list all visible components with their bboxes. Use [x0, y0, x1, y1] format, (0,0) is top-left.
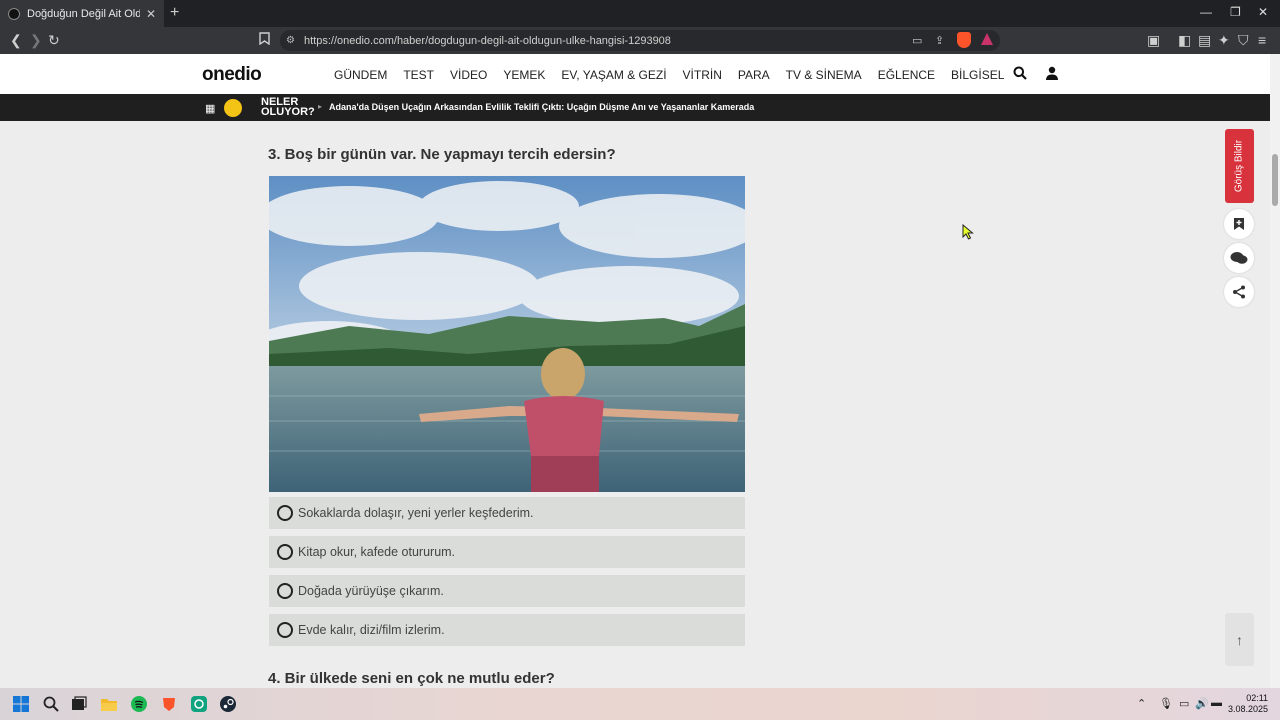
- grid-icon[interactable]: ▦: [205, 102, 215, 115]
- answer-text: Evde kalır, dizi/film izlerim.: [298, 623, 445, 637]
- page-scrollbar[interactable]: [1270, 54, 1280, 688]
- main-nav: GÜNDEM TEST VİDEO YEMEK EV, YAŞAM & GEZİ…: [334, 68, 1020, 82]
- nav-bilgisel[interactable]: BİLGİSEL: [951, 68, 1004, 82]
- brave-browser-icon[interactable]: [161, 696, 177, 712]
- file-explorer-icon[interactable]: [101, 696, 117, 712]
- sidebar-icon[interactable]: ◧: [1178, 32, 1191, 48]
- close-tab-icon[interactable]: ✕: [146, 7, 156, 21]
- nav-test[interactable]: TEST: [403, 68, 434, 82]
- answer-text: Kitap okur, kafede otururum.: [298, 545, 456, 559]
- nav-para[interactable]: PARA: [738, 68, 770, 82]
- share-button[interactable]: [1224, 277, 1254, 307]
- answer-text: Doğada yürüyüşe çıkarım.: [298, 584, 444, 598]
- ticker-headline[interactable]: Adana'da Düşen Uçağın Arkasından Evlilik…: [329, 102, 754, 112]
- mouse-cursor-icon: [962, 223, 974, 245]
- site-logo[interactable]: onedio: [202, 64, 262, 86]
- wallet-icon[interactable]: ▤: [1198, 32, 1211, 48]
- os-taskbar: ⌃ 🎙 ▭ 🔊 ▬ 02:11 3.08.2025: [0, 688, 1280, 720]
- save-bookmark-button[interactable]: [1224, 209, 1254, 239]
- tab-title: Doğduğun Değil Ait Olduğun Ül: [27, 7, 140, 20]
- question-3-image: [269, 176, 745, 492]
- search-icon[interactable]: [1013, 66, 1027, 80]
- answer-option-2[interactable]: Kitap okur, kafede otururum.: [269, 536, 745, 568]
- comments-icon: [1230, 252, 1248, 264]
- nav-yemek[interactable]: YEMEK: [503, 68, 545, 82]
- task-view-icon[interactable]: [71, 696, 87, 712]
- scroll-to-top-button[interactable]: ↑: [1225, 613, 1254, 666]
- question-3-title: 3. Boş bir günün var. Ne yapmayı tercih …: [268, 146, 616, 163]
- browser-toolbar: ❮ ❯ ↻ ⚙ https://onedio.com/haber/dogdugu…: [0, 27, 1280, 54]
- battery-icon[interactable]: ▬: [1211, 697, 1222, 709]
- radio-button[interactable]: [277, 622, 293, 638]
- arrow-up-icon: ↑: [1236, 631, 1243, 648]
- scrollbar-thumb[interactable]: [1272, 154, 1278, 206]
- forward-icon[interactable]: ❯: [30, 32, 42, 48]
- ticker-label: NELER OLUYOR?: [261, 96, 315, 118]
- answer-text: Sokaklarda dolaşır, yeni yerler keşfeder…: [298, 506, 534, 520]
- reload-icon[interactable]: ↻: [48, 32, 60, 48]
- nav-vitrin[interactable]: VİTRİN: [683, 68, 722, 82]
- spotify-icon[interactable]: [131, 696, 147, 712]
- new-tab-icon[interactable]: +: [170, 4, 179, 22]
- microphone-icon[interactable]: 🎙: [1159, 697, 1173, 710]
- search-icon[interactable]: [43, 696, 59, 712]
- answer-option-4[interactable]: Evde kalır, dizi/film izlerim.: [269, 614, 745, 646]
- minimize-icon[interactable]: —: [1200, 5, 1212, 19]
- bookmark-icon[interactable]: [259, 32, 270, 48]
- nav-tv-sinema[interactable]: TV & SİNEMA: [786, 68, 862, 82]
- windows-start-icon[interactable]: [13, 696, 29, 712]
- radio-button[interactable]: [277, 544, 293, 560]
- back-icon[interactable]: ❮: [10, 32, 22, 48]
- comments-button[interactable]: [1224, 243, 1254, 273]
- nav-gundem[interactable]: GÜNDEM: [334, 68, 387, 82]
- nav-video[interactable]: VİDEO: [450, 68, 487, 82]
- volume-icon[interactable]: 🔊: [1195, 697, 1209, 710]
- close-window-icon[interactable]: ✕: [1258, 5, 1268, 19]
- site-settings-icon[interactable]: ⚙: [286, 35, 295, 46]
- url-text: https://onedio.com/haber/dogdugun-degil-…: [304, 34, 671, 47]
- bookmark-add-icon: [1234, 218, 1244, 230]
- browser-tab[interactable]: Doğduğun Değil Ait Olduğun Ül ✕: [0, 0, 164, 27]
- site-header: onedio GÜNDEM TEST VİDEO YEMEK EV, YAŞAM…: [0, 54, 1270, 94]
- cast-icon[interactable]: ▭: [912, 34, 922, 47]
- ticker-badge-icon: [224, 99, 242, 117]
- maximize-icon[interactable]: ❐: [1230, 5, 1241, 19]
- leo-ai-icon[interactable]: ✦: [1218, 32, 1230, 48]
- radio-button[interactable]: [277, 583, 293, 599]
- network-icon[interactable]: ▭: [1179, 697, 1189, 710]
- feedback-label: Görüş Bildir: [1233, 139, 1245, 193]
- ticker-arrow-icon: ▸: [318, 102, 323, 111]
- vpn-icon[interactable]: ⛉: [1238, 32, 1249, 48]
- share-icon: [1233, 285, 1245, 299]
- share-icon[interactable]: ⇪: [935, 34, 944, 47]
- user-icon[interactable]: [1045, 66, 1059, 80]
- chatgpt-icon[interactable]: [191, 696, 207, 712]
- browser-tab-bar: Doğduğun Değil Ait Olduğun Ül ✕ + — ❐ ✕: [0, 0, 1280, 27]
- clock-time: 02:11: [1246, 693, 1269, 703]
- menu-icon[interactable]: ≡: [1258, 32, 1266, 48]
- favicon-icon: [8, 7, 20, 20]
- address-bar[interactable]: ⚙ https://onedio.com/haber/dogdugun-degi…: [280, 30, 1000, 51]
- clock-date: 3.08.2025: [1228, 704, 1269, 714]
- steam-icon[interactable]: [220, 696, 236, 712]
- news-ticker: ▦ NELER OLUYOR? ▸ Adana'da Düşen Uçağın …: [0, 94, 1270, 121]
- nav-ev-yasam-gezi[interactable]: EV, YAŞAM & GEZİ: [561, 68, 666, 82]
- nav-eglence[interactable]: EĞLENCE: [878, 68, 935, 82]
- radio-button[interactable]: [277, 505, 293, 521]
- rewards-icon[interactable]: [981, 33, 993, 45]
- feedback-button[interactable]: Görüş Bildir: [1225, 129, 1254, 203]
- tray-overflow-icon[interactable]: ⌃: [1137, 697, 1146, 710]
- answer-option-3[interactable]: Doğada yürüyüşe çıkarım.: [269, 575, 745, 607]
- system-clock[interactable]: 02:11 3.08.2025: [1228, 693, 1268, 715]
- question-4-title: 4. Bir ülkede seni en çok ne mutlu eder?: [268, 670, 555, 687]
- reading-list-icon[interactable]: ▣: [1147, 32, 1160, 48]
- brave-shield-icon[interactable]: [957, 32, 971, 48]
- answer-option-1[interactable]: Sokaklarda dolaşır, yeni yerler keşfeder…: [269, 497, 745, 529]
